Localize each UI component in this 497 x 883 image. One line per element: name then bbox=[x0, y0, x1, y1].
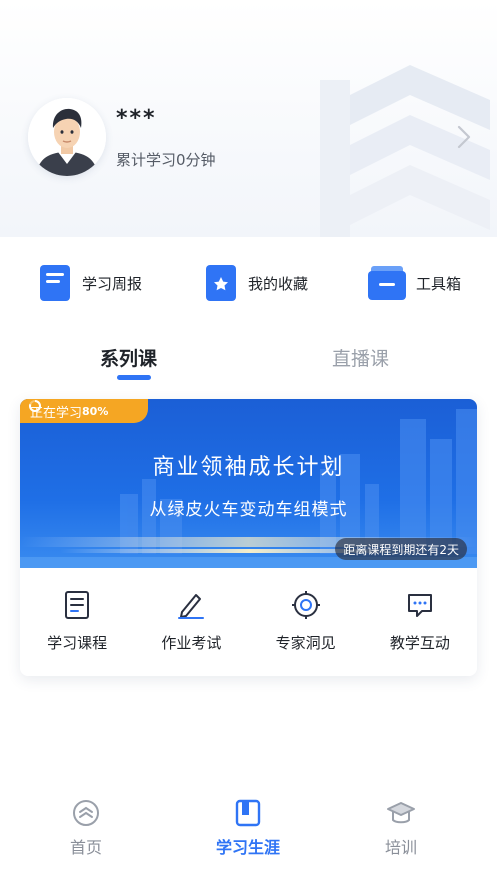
progress-ring-icon bbox=[29, 400, 41, 412]
toolbox-icon bbox=[368, 266, 406, 300]
chevron-right-icon[interactable] bbox=[456, 124, 472, 150]
tab-series-courses[interactable]: 系列课 bbox=[100, 344, 157, 371]
action-expert-insight[interactable]: 专家洞见 bbox=[249, 568, 363, 676]
pencil-icon bbox=[178, 594, 205, 619]
action-study-course[interactable]: 学习课程 bbox=[20, 568, 134, 676]
action-label: 学习课程 bbox=[47, 634, 108, 652]
graduation-cap-icon bbox=[387, 802, 415, 824]
study-time: 累计学习0分钟 bbox=[116, 151, 216, 169]
user-avatar-icon bbox=[28, 98, 106, 176]
learning-status-badge: 正在学习 80% bbox=[20, 399, 148, 423]
course-title: 商业领袖成长计划 bbox=[152, 455, 345, 480]
course-banner[interactable]: 正在学习 80% 商业领袖成长计划 从绿皮火车变动车组模式 距离课程到期还有2天 bbox=[20, 399, 477, 568]
course-subtitle: 从绿皮火车变动车组模式 bbox=[149, 500, 348, 520]
tabbar-home[interactable]: 首页 bbox=[41, 798, 131, 858]
progress-percent: 80% bbox=[82, 404, 109, 418]
action-homework-exam[interactable]: 作业考试 bbox=[134, 568, 248, 676]
course-card[interactable]: 正在学习 80% 商业领袖成长计划 从绿皮火车变动车组模式 距离课程到期还有2天… bbox=[20, 399, 477, 676]
user-name: *** bbox=[116, 106, 157, 131]
tabbar-training[interactable]: 培训 bbox=[356, 798, 446, 858]
document-icon bbox=[40, 265, 70, 301]
course-list-icon bbox=[65, 591, 90, 619]
course-actions: 学习课程 作业考试 专家洞见 教学互动 bbox=[20, 568, 477, 676]
home-icon bbox=[73, 800, 99, 826]
deadline-badge: 距离课程到期还有2天 bbox=[335, 538, 467, 560]
active-tab-indicator bbox=[117, 375, 151, 380]
book-icon bbox=[235, 799, 261, 827]
tabbar-label: 培训 bbox=[384, 838, 417, 857]
tabbar-label: 学习生涯 bbox=[215, 838, 280, 857]
tab-live-courses[interactable]: 直播课 bbox=[332, 344, 389, 371]
quick-link-weekly-report[interactable]: 学习周报 bbox=[38, 264, 142, 302]
quick-link-label: 工具箱 bbox=[416, 274, 462, 293]
quick-link-toolbox[interactable]: 工具箱 bbox=[368, 264, 461, 302]
tabbar-label: 首页 bbox=[69, 838, 102, 857]
action-teaching-interaction[interactable]: 教学互动 bbox=[363, 568, 477, 676]
quick-link-label: 学习周报 bbox=[82, 274, 143, 293]
quick-link-favorites[interactable]: 我的收藏 bbox=[204, 264, 308, 302]
tabbar-learning-career[interactable]: 学习生涯 bbox=[203, 798, 293, 858]
quick-link-label: 我的收藏 bbox=[248, 274, 309, 293]
action-label: 作业考试 bbox=[161, 634, 222, 652]
bottom-tab-bar: 首页 学习生涯 培训 bbox=[0, 790, 497, 883]
star-bookmark-icon bbox=[206, 265, 236, 301]
target-icon bbox=[291, 591, 320, 619]
profile-header[interactable]: *** 累计学习0分钟 bbox=[0, 0, 497, 237]
avatar[interactable] bbox=[28, 98, 106, 176]
action-label: 教学互动 bbox=[389, 634, 450, 652]
action-label: 专家洞见 bbox=[275, 634, 336, 652]
chat-bubble-icon bbox=[407, 594, 432, 617]
